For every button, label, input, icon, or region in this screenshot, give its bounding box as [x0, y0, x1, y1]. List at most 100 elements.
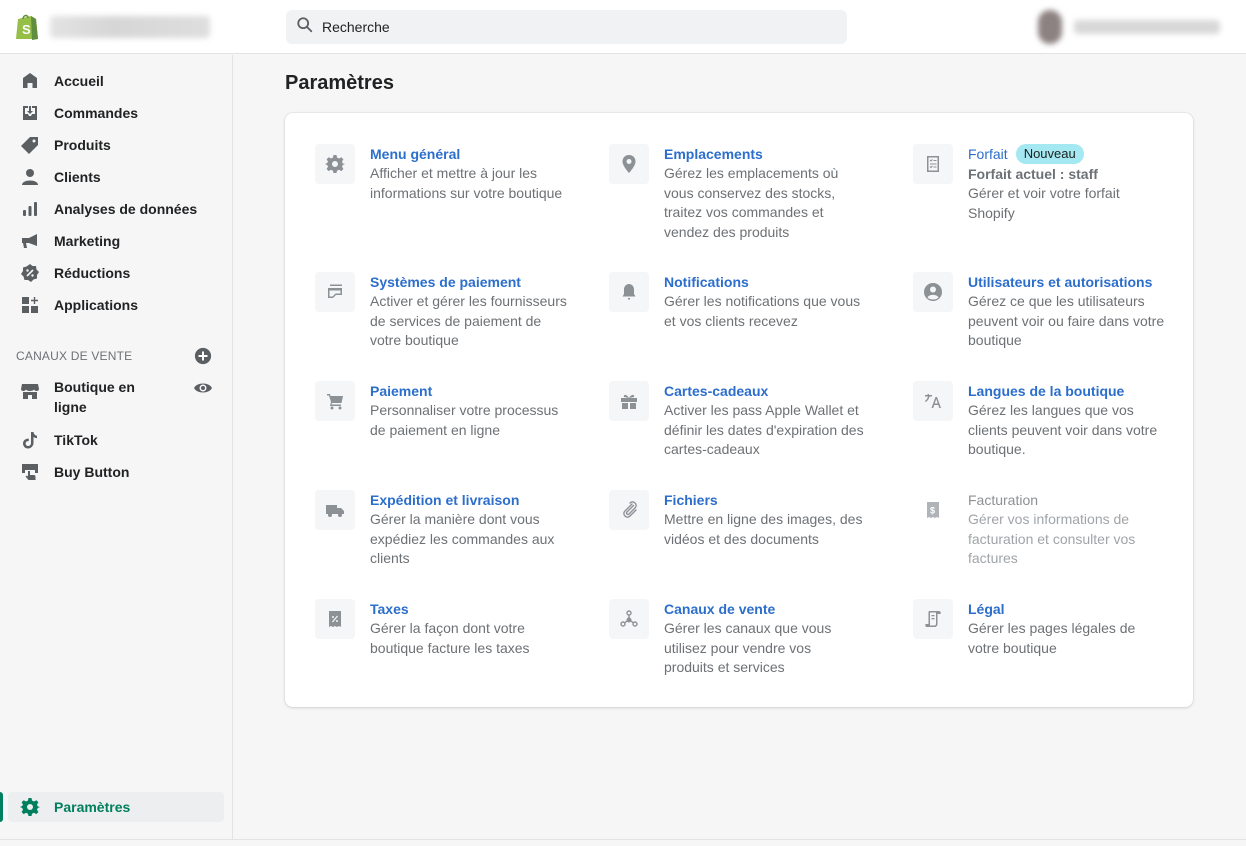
current-plan: Forfait actuel : staff — [968, 166, 1098, 182]
setting-description: Gérer les notifications que vous et vos … — [664, 293, 861, 329]
setting-title[interactable]: Langues de la boutique — [968, 381, 1168, 401]
setting-systemes-de-paiement[interactable]: Systèmes de paiement Activer et gérer le… — [315, 272, 585, 351]
gift-icon — [609, 381, 649, 421]
setting-title[interactable]: Cartes-cadeaux — [664, 381, 864, 401]
setting-title[interactable]: Systèmes de paiement — [370, 272, 570, 292]
sidebar-item-label: Analyses de données — [54, 201, 198, 217]
sidebar-item-applications[interactable]: Applications — [8, 290, 224, 320]
tax-receipt-icon — [315, 599, 355, 639]
analytics-icon — [20, 199, 40, 219]
search-input[interactable] — [322, 19, 802, 35]
sidebar-item-clients[interactable]: Clients — [8, 162, 224, 192]
gear-icon — [315, 144, 355, 184]
payment-card-icon — [315, 272, 355, 312]
setting-title[interactable]: Facturation — [968, 490, 1168, 510]
setting-description: Gérer vos informations de facturation et… — [968, 511, 1136, 566]
setting-facturation[interactable]: $ Facturation Gérer vos informations de … — [913, 490, 1183, 569]
setting-description: Mettre en ligne des images, des vidéos e… — [664, 511, 863, 547]
setting-legal[interactable]: Légal Gérer les pages légales de votre b… — [913, 599, 1183, 658]
setting-description: Gérer la façon dont votre boutique factu… — [370, 620, 530, 656]
home-icon — [20, 71, 40, 91]
billing-icon: $ — [913, 490, 953, 530]
setting-title[interactable]: Paiement — [370, 381, 570, 401]
view-store-button[interactable] — [193, 380, 213, 396]
discount-icon — [20, 263, 40, 283]
setting-cartes-cadeaux[interactable]: Cartes-cadeaux Activer les pass Apple Wa… — [609, 381, 879, 460]
setting-description: Personnaliser votre processus de paiemen… — [370, 402, 559, 438]
plus-circle-icon — [194, 347, 212, 365]
sidebar-item-accueil[interactable]: Accueil — [8, 66, 224, 96]
setting-menu-general[interactable]: Menu général Afficher et mettre à jour l… — [315, 144, 585, 203]
setting-title[interactable]: Forfait Nouveau — [968, 144, 1168, 164]
sidebar-item-label: Boutique en ligne — [54, 379, 135, 415]
search-bar[interactable] — [286, 10, 847, 44]
user-name-redacted — [1074, 20, 1220, 34]
setting-title[interactable]: Fichiers — [664, 490, 864, 510]
plan-icon — [913, 144, 953, 184]
user-circle-icon — [913, 272, 953, 312]
buy-button-icon — [20, 462, 40, 482]
setting-title[interactable]: Taxes — [370, 599, 570, 619]
shopify-logo-icon[interactable]: S — [14, 13, 40, 41]
setting-utilisateurs[interactable]: Utilisateurs et autorisations Gérez ce q… — [913, 272, 1183, 351]
active-indicator — [0, 792, 3, 822]
setting-title[interactable]: Légal — [968, 599, 1168, 619]
setting-description: Gérez les langues que vos clients peuven… — [968, 402, 1158, 457]
sidebar-item-label: Accueil — [54, 73, 104, 89]
sidebar-item-parametres[interactable]: Paramètres — [0, 792, 224, 822]
setting-expedition[interactable]: Expédition et livraison Gérer la manière… — [315, 490, 585, 569]
sidebar-item-label: Réductions — [54, 265, 131, 281]
sidebar-item-label: TikTok — [54, 432, 98, 448]
search-icon — [296, 16, 314, 39]
sidebar-item-boutique-en-ligne[interactable]: Boutique en ligne — [8, 377, 224, 419]
setting-title[interactable]: Emplacements — [664, 144, 864, 164]
page-title: Paramètres — [285, 72, 394, 94]
setting-title[interactable]: Utilisateurs et autorisations — [968, 272, 1168, 292]
setting-title[interactable]: Canaux de vente — [664, 599, 864, 619]
sidebar-item-commandes[interactable]: Commandes — [8, 98, 224, 128]
sidebar-item-produits[interactable]: Produits — [8, 130, 224, 160]
truck-icon — [315, 490, 355, 530]
sidebar-item-buy-button[interactable]: Buy Button — [8, 457, 224, 487]
user-menu[interactable] — [1030, 6, 1230, 48]
sidebar-item-label: Applications — [54, 297, 139, 313]
setting-canaux-de-vente[interactable]: Canaux de vente Gérer les canaux que vou… — [609, 599, 879, 678]
setting-paiement[interactable]: Paiement Personnaliser votre processus d… — [315, 381, 585, 440]
location-pin-icon — [609, 144, 649, 184]
setting-description: Gérer les canaux que vous utilisez pour … — [664, 620, 832, 675]
paperclip-icon — [609, 490, 649, 530]
setting-langues[interactable]: Langues de la boutique Gérez les langues… — [913, 381, 1183, 460]
setting-emplacements[interactable]: Emplacements Gérez les emplacements où v… — [609, 144, 879, 242]
setting-title[interactable]: Notifications — [664, 272, 864, 292]
setting-title[interactable]: Menu général — [370, 144, 570, 164]
sidebar-item-tiktok[interactable]: TikTok — [8, 425, 224, 455]
setting-description: Gérer la manière dont vous expédiez les … — [370, 511, 555, 566]
setting-description: Gérer les pages légales de votre boutiqu… — [968, 620, 1136, 656]
apps-icon — [20, 295, 40, 315]
setting-description: Gérer et voir votre forfait Shopify — [968, 185, 1120, 221]
sidebar-item-label: Produits — [54, 137, 111, 153]
store-icon — [20, 381, 40, 401]
sidebar-item-label: Commandes — [54, 105, 139, 121]
sales-channels-heading: CANAUX DE VENTE — [16, 349, 133, 363]
svg-text:S: S — [22, 22, 31, 37]
store-name-redacted[interactable] — [50, 16, 210, 38]
setting-description: Activer et gérer les fournisseurs de ser… — [370, 293, 567, 348]
sidebar-item-label: Marketing — [54, 233, 121, 249]
new-badge: Nouveau — [1015, 144, 1084, 164]
channels-icon — [609, 599, 649, 639]
setting-taxes[interactable]: Taxes Gérer la façon dont votre boutique… — [315, 599, 585, 658]
translate-icon — [913, 381, 953, 421]
sidebar-item-marketing[interactable]: Marketing — [8, 226, 224, 256]
sidebar-item-analyses[interactable]: Analyses de données — [8, 194, 224, 224]
setting-title[interactable]: Expédition et livraison — [370, 490, 570, 510]
setting-notifications[interactable]: Notifications Gérer les notifications qu… — [609, 272, 879, 331]
add-channel-button[interactable] — [194, 347, 212, 365]
setting-forfait[interactable]: Forfait Nouveau Forfait actuel : staff G… — [913, 144, 1183, 223]
setting-fichiers[interactable]: Fichiers Mettre en ligne des images, des… — [609, 490, 879, 549]
setting-description: Gérez les emplacements où vous conservez… — [664, 165, 839, 240]
bell-icon — [609, 272, 649, 312]
settings-card: Menu général Afficher et mettre à jour l… — [285, 113, 1193, 707]
sidebar-item-reductions[interactable]: Réductions — [8, 258, 224, 288]
sidebar-item-label: Clients — [54, 169, 101, 185]
